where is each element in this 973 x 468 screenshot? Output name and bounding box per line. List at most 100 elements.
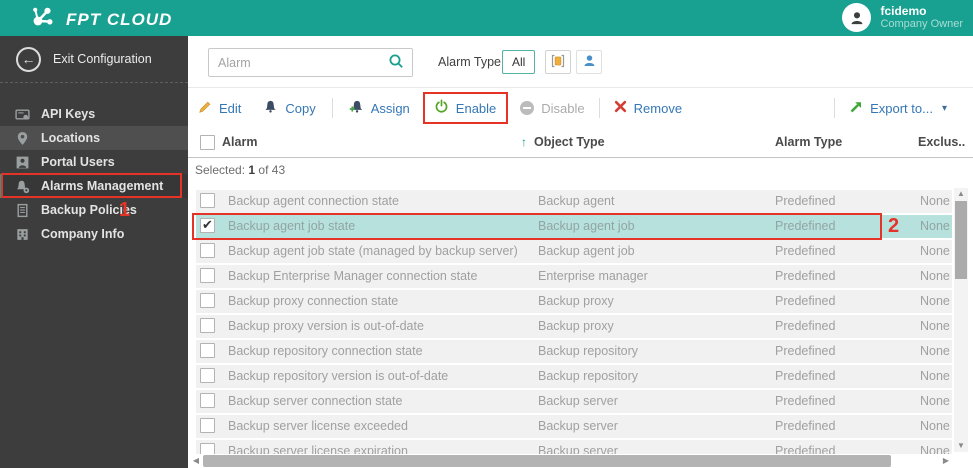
row-checkbox[interactable] [200, 293, 215, 308]
sidebar-item-locations[interactable]: Locations [0, 126, 188, 150]
table-row[interactable]: Backup server license exceeded Backup se… [196, 415, 952, 438]
cell-exclusions: None [920, 319, 950, 333]
row-checkbox[interactable] [200, 443, 215, 454]
alarm-type-all-button[interactable]: All [502, 50, 536, 74]
horizontal-scroll-thumb[interactable] [203, 455, 891, 467]
select-all-checkbox[interactable] [200, 135, 215, 150]
table-row[interactable]: Backup proxy connection state Backup pro… [196, 290, 952, 313]
cell-alarm: Backup agent connection state [228, 194, 399, 208]
sidebar-nav: API Keys Locations Portal Users Alarms M… [0, 102, 188, 246]
column-header-alarm-type[interactable]: Alarm Type [775, 135, 842, 149]
cell-alarm: Backup server license exceeded [228, 419, 408, 433]
copy-alarm-bell-icon [263, 99, 278, 117]
copy-button[interactable]: Copy [263, 99, 316, 117]
assign-button[interactable]: Assign [349, 99, 410, 117]
table-row[interactable]: Backup agent job state Backup agent job … [196, 215, 952, 238]
sidebar-item-portal-users[interactable]: Portal Users [0, 150, 188, 174]
table-row[interactable]: Backup server connection state Backup se… [196, 390, 952, 413]
cell-alarm: Backup server license expiration [228, 444, 408, 454]
sort-ascending-icon: ↑ [521, 135, 527, 149]
cell-object-type: Backup repository [538, 344, 639, 358]
exit-configuration-label: Exit Configuration [53, 52, 152, 66]
chevron-down-icon: ▾ [941, 102, 947, 114]
cell-alarm-type: Predefined [775, 444, 836, 454]
alarm-type-internal-button[interactable] [576, 50, 602, 74]
table-row[interactable]: Backup agent job state (managed by backu… [196, 240, 952, 263]
cell-exclusions: None [920, 369, 950, 383]
cell-exclusions: None [920, 219, 950, 233]
scroll-left-arrow[interactable]: ◀ [190, 454, 202, 468]
row-checkbox[interactable] [200, 393, 215, 408]
row-checkbox[interactable] [200, 343, 215, 358]
filter-bar: Alarm Type: All [188, 36, 973, 88]
enable-button[interactable]: Enable [434, 99, 496, 117]
alarm-search-input[interactable] [209, 55, 388, 70]
sidebar-item-label: Portal Users [41, 155, 115, 169]
logo-text: FPT CLOUD [66, 9, 173, 29]
table-rows: 2 Backup agent connection state Backup a… [188, 190, 952, 454]
cell-alarm: Backup Enterprise Manager connection sta… [228, 269, 478, 283]
sidebar-item-alarms-management[interactable]: Alarms Management [0, 174, 188, 198]
column-header-object-type[interactable]: Object Type [534, 135, 605, 149]
row-checkbox[interactable] [200, 418, 215, 433]
row-checkbox[interactable] [200, 318, 215, 333]
table-row[interactable]: Backup Enterprise Manager connection sta… [196, 265, 952, 288]
row-checkbox[interactable] [200, 243, 215, 258]
cell-alarm-type: Predefined [775, 394, 836, 408]
cell-exclusions: None [920, 444, 950, 454]
pencil-icon [198, 100, 212, 117]
disable-minus-icon [520, 101, 535, 115]
cell-alarm-type: Predefined [775, 344, 836, 358]
cell-alarm: Backup repository connection state [228, 344, 423, 358]
scroll-down-arrow[interactable]: ▼ [954, 440, 968, 452]
toolbar-separator [331, 98, 333, 118]
alarm-type-predefined-button[interactable] [545, 50, 571, 74]
table-row[interactable]: Backup server license expiration Backup … [196, 440, 952, 454]
sidebar: ← Exit Configuration API Keys Locations … [0, 36, 188, 468]
table-row[interactable]: Backup repository connection state Backu… [196, 340, 952, 363]
scroll-up-arrow[interactable]: ▲ [954, 188, 968, 200]
predefined-alarm-icon [551, 54, 565, 71]
table-row[interactable]: Backup agent connection state Backup age… [196, 190, 952, 213]
cell-object-type: Backup proxy [538, 294, 614, 308]
column-header-exclusions[interactable]: Exclus.. [918, 135, 965, 149]
backup-policies-icon [15, 203, 30, 218]
row-checkbox[interactable] [200, 193, 215, 208]
table-row[interactable]: Backup repository version is out-of-date… [196, 365, 952, 388]
table-row[interactable]: Backup proxy version is out-of-date Back… [196, 315, 952, 338]
cell-alarm-type: Predefined [775, 194, 836, 208]
cell-object-type: Backup server [538, 444, 618, 454]
cell-alarm: Backup server connection state [228, 394, 403, 408]
api-keys-icon [15, 107, 30, 122]
sidebar-item-label: Company Info [41, 227, 125, 241]
row-checkbox[interactable] [200, 268, 215, 283]
sidebar-item-backup-policies[interactable]: Backup Policies [0, 198, 188, 222]
cell-object-type: Backup agent job [538, 219, 635, 233]
horizontal-scrollbar[interactable]: ◀ ▶ [190, 454, 952, 468]
cell-exclusions: None [920, 294, 950, 308]
remove-button[interactable]: Remove [614, 100, 682, 116]
cell-exclusions: None [920, 194, 950, 208]
row-checkbox[interactable] [200, 368, 215, 383]
vertical-scrollbar[interactable]: ▲ ▼ [954, 188, 968, 452]
edit-button[interactable]: Edit [198, 100, 241, 117]
row-checkbox[interactable] [200, 217, 215, 233]
cell-object-type: Backup agent job [538, 244, 635, 258]
cell-alarm-type: Predefined [775, 419, 836, 433]
column-header-alarm[interactable]: Alarm [222, 135, 257, 149]
sidebar-item-api-keys[interactable]: API Keys [0, 102, 188, 126]
cell-alarm-type: Predefined [775, 369, 836, 383]
scroll-right-arrow[interactable]: ▶ [940, 454, 952, 468]
export-to-button[interactable]: Export to... ▾ [849, 100, 947, 117]
cell-alarm: Backup agent job state [228, 219, 356, 233]
sidebar-item-company-info[interactable]: Company Info [0, 222, 188, 246]
vertical-scroll-thumb[interactable] [955, 201, 967, 279]
disable-button[interactable]: Disable [520, 101, 585, 116]
alarms-management-icon [15, 179, 30, 194]
exit-configuration-button[interactable]: ← Exit Configuration [0, 36, 188, 83]
cell-alarm: Backup proxy version is out-of-date [228, 319, 424, 333]
search-button[interactable] [388, 53, 412, 72]
alarm-search-box [208, 48, 413, 77]
user-menu[interactable]: fcidemo Company Owner [842, 3, 963, 32]
company-info-icon [15, 227, 30, 242]
